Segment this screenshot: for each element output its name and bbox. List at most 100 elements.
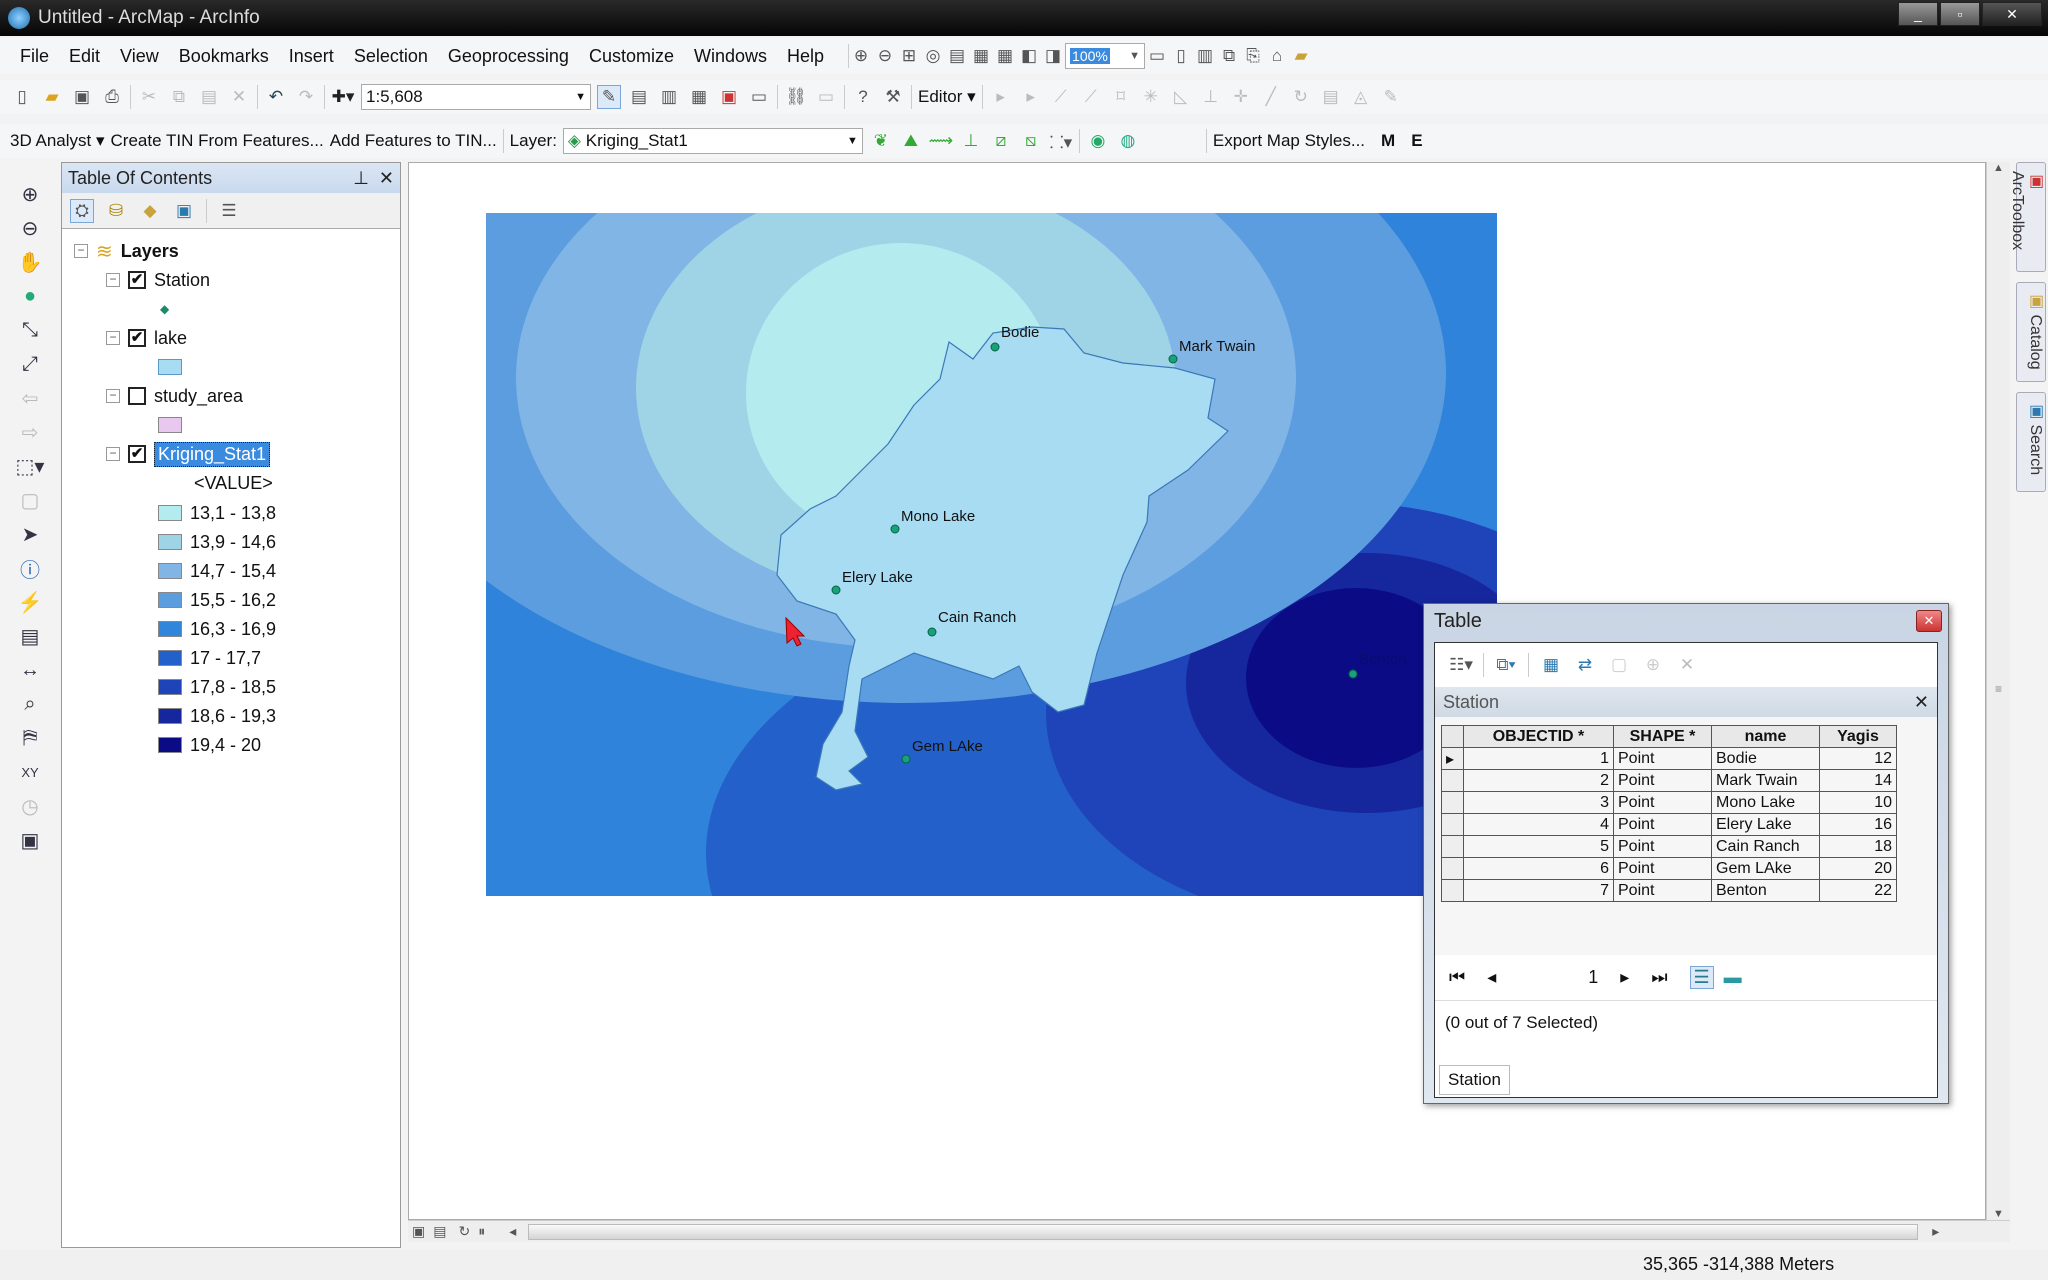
search-window-icon[interactable]: ▦ xyxy=(687,85,711,109)
reshape-icon[interactable]: ⊥ xyxy=(1199,85,1223,109)
scroll-left-icon[interactable]: ◂ xyxy=(509,1223,516,1240)
table-cell[interactable]: 18 xyxy=(1819,835,1897,858)
pan-hand-icon[interactable]: ✋ xyxy=(18,250,43,274)
collapse-icon[interactable]: − xyxy=(106,447,120,461)
add-features-to-tin-button[interactable]: Add Features to TIN... xyxy=(330,131,497,151)
zoom-100-icon[interactable]: ▦ xyxy=(993,44,1017,68)
table-cell[interactable]: 12 xyxy=(1819,747,1897,770)
table-cell[interactable]: Point xyxy=(1613,835,1712,858)
table-options-icon[interactable]: ☷▾ xyxy=(1449,653,1473,677)
close-table-tab-icon[interactable]: ✕ xyxy=(1914,692,1929,713)
whats-this-icon[interactable]: ? xyxy=(851,85,875,109)
list-by-source-icon[interactable]: ⛁ xyxy=(104,199,128,223)
zoom-whole-page-icon[interactable]: ▦ xyxy=(969,44,993,68)
station-point[interactable] xyxy=(901,754,911,764)
menu-windows[interactable]: Windows xyxy=(684,46,777,67)
straight-segment-icon[interactable]: ⟋ xyxy=(1049,85,1073,109)
table-cell[interactable]: Point xyxy=(1613,747,1712,770)
attributes-icon[interactable]: ▤ xyxy=(1319,85,1343,109)
table-cell[interactable]: 7 xyxy=(1463,879,1614,902)
viewer-window-icon[interactable]: ▣ xyxy=(18,828,42,852)
m-button[interactable]: M xyxy=(1381,131,1395,151)
table-cell[interactable]: 2 xyxy=(1463,769,1614,792)
table-row[interactable]: 4 Point Elery Lake 16 xyxy=(1441,813,1897,836)
table-row[interactable]: 5 Point Cain Ranch 18 xyxy=(1441,835,1897,858)
table-cell[interactable]: Point xyxy=(1613,857,1712,880)
identify-icon[interactable]: ⓘ xyxy=(18,556,42,582)
folder-icon[interactable]: ▰ xyxy=(1289,44,1313,68)
sketch-properties-icon[interactable]: ◬ xyxy=(1349,85,1373,109)
zoom-out-fixed-icon[interactable]: ⊖ xyxy=(873,44,897,68)
data-frame-label[interactable]: Layers xyxy=(121,241,179,262)
layer-name[interactable]: Kriging_Stat1 xyxy=(154,441,271,467)
legend-item[interactable]: 18,6 - 19,3 xyxy=(158,702,276,730)
row-selector[interactable] xyxy=(1441,857,1464,880)
fixed-zoom-out-icon[interactable]: ⤢ xyxy=(18,352,42,376)
station-point[interactable] xyxy=(927,627,937,637)
arctoolbox-tab[interactable]: ▣ ArcToolbox xyxy=(2009,162,2046,272)
row-selector[interactable]: ▸ xyxy=(1441,747,1464,770)
vertical-scrollbar[interactable]: ▲ ≡ ▼ xyxy=(1986,162,2010,1220)
point-profile-icon[interactable]: ⊥ xyxy=(959,129,983,153)
layer-combo[interactable]: ◈ Kriging_Stat1 ▼ xyxy=(562,128,863,154)
table-cell[interactable]: 5 xyxy=(1463,835,1614,858)
next-record-icon[interactable]: ▸ xyxy=(1620,967,1629,988)
row-selector[interactable] xyxy=(1441,769,1464,792)
cut-icon[interactable]: ✂ xyxy=(137,85,161,109)
table-cell[interactable]: Bodie xyxy=(1711,747,1820,770)
station-point[interactable] xyxy=(890,524,900,534)
toggle-draft-icon[interactable]: ▭ xyxy=(1145,44,1169,68)
arcscene-icon[interactable]: ◉ xyxy=(1086,129,1110,153)
table-row[interactable]: 7 Point Benton 22 xyxy=(1441,879,1897,902)
table-cell[interactable]: Mono Lake xyxy=(1711,791,1820,814)
layer-checkbox[interactable]: ✔ xyxy=(128,271,146,289)
last-record-icon[interactable]: ⏭ xyxy=(1651,967,1667,988)
trace-icon[interactable]: ⌑ xyxy=(1109,85,1133,109)
editor-menu[interactable]: Editor ▾ xyxy=(918,87,976,107)
select-elements-icon[interactable]: ➤ xyxy=(18,522,42,546)
search-tab[interactable]: ▣ Search xyxy=(2016,392,2046,492)
profile-graph-icon[interactable]: ⸬▾ xyxy=(1049,129,1073,153)
go-to-xy-icon[interactable]: XY xyxy=(18,760,42,784)
scroll-right-icon[interactable]: ▸ xyxy=(1932,1223,1939,1240)
station-point[interactable] xyxy=(1348,669,1358,679)
minimize-button[interactable]: _ xyxy=(1898,2,1938,26)
table-cell[interactable]: 22 xyxy=(1819,879,1897,902)
modelbuilder-icon[interactable]: ⛓ xyxy=(784,85,808,109)
show-all-records-icon[interactable]: ☰ xyxy=(1689,966,1714,989)
table-cell[interactable]: 3 xyxy=(1463,791,1614,814)
menu-view[interactable]: View xyxy=(110,46,169,67)
endpoint-arc-icon[interactable]: ⟋ xyxy=(1079,85,1103,109)
list-by-drawing-order-icon[interactable]: ⛭ xyxy=(70,198,94,223)
station-point[interactable] xyxy=(1168,354,1178,364)
point-icon[interactable]: ✳ xyxy=(1139,85,1163,109)
arctoolbox-icon[interactable]: ▣ xyxy=(717,85,741,109)
data-view-icon[interactable]: ▤ xyxy=(433,1223,446,1240)
arcglobe-icon[interactable]: ◍ xyxy=(1116,129,1140,153)
legend-item[interactable]: 14,7 - 15,4 xyxy=(158,557,276,585)
zoom-in-fixed-icon[interactable]: ⊕ xyxy=(849,44,873,68)
table-row[interactable]: 6 Point Gem LAke 20 xyxy=(1441,857,1897,880)
table-cell[interactable]: Mark Twain xyxy=(1711,769,1820,792)
legend-item[interactable]: 17 - 17,7 xyxy=(158,644,261,672)
save-icon[interactable]: ▣ xyxy=(70,85,94,109)
table-tab-station[interactable]: Station xyxy=(1439,1065,1510,1095)
row-selector[interactable] xyxy=(1441,813,1464,836)
table-cell[interactable]: Cain Ranch xyxy=(1711,835,1820,858)
table-cell[interactable]: 1 xyxy=(1463,747,1614,770)
data-driven-pages-icon[interactable]: ⎘ xyxy=(1241,44,1265,68)
related-tables-icon[interactable]: ⧉▾ xyxy=(1494,653,1518,677)
contour-icon[interactable]: ❦ xyxy=(869,129,893,153)
pin-icon[interactable]: ⊥ xyxy=(353,168,369,188)
collapse-icon[interactable]: − xyxy=(106,389,120,403)
legend-item[interactable]: 15,5 - 16,2 xyxy=(158,586,276,614)
hammer-icon[interactable]: ⚒ xyxy=(881,85,905,109)
menu-insert[interactable]: Insert xyxy=(279,46,344,67)
delete-icon[interactable]: ✕ xyxy=(227,85,251,109)
column-header-shape[interactable]: SHAPE * xyxy=(1613,725,1712,748)
close-button[interactable]: ✕ xyxy=(1982,2,2042,26)
next-extent-icon[interactable]: ◨ xyxy=(1041,44,1065,68)
scale-combo[interactable]: 1:5,608 ▼ xyxy=(361,84,591,110)
catalog-icon[interactable]: ▥ xyxy=(657,85,681,109)
layer-name[interactable]: lake xyxy=(154,328,187,349)
